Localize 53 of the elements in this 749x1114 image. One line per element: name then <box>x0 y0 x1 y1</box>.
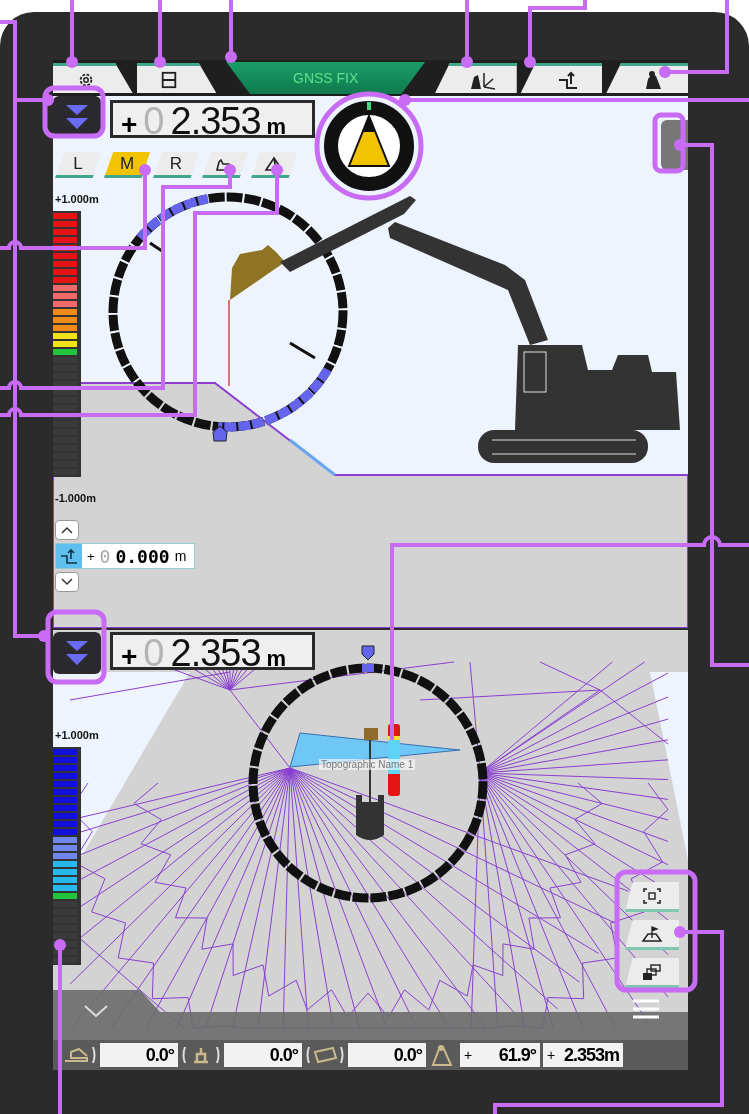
surface-tab[interactable] <box>251 152 297 178</box>
point-button[interactable] <box>625 920 679 950</box>
menu-icon[interactable] <box>631 998 661 1020</box>
decrease-button[interactable] <box>55 572 79 592</box>
split-view-icon <box>160 70 179 89</box>
unit-text: m <box>266 113 287 141</box>
fit-view-button[interactable] <box>625 882 679 912</box>
side-tab[interactable]: L <box>55 152 101 178</box>
sign-text: + <box>121 108 138 142</box>
depth-value: 2.353 <box>170 103 261 139</box>
leader-line <box>154 0 166 68</box>
angle-value: 0.0° <box>348 1043 426 1067</box>
chevron-up-icon <box>61 526 73 534</box>
sign-text: + <box>121 640 138 674</box>
dropdown-button[interactable] <box>53 632 101 674</box>
coordinates-tab[interactable] <box>435 63 517 93</box>
callout-frame <box>652 112 686 174</box>
switch-layers-button[interactable] <box>625 958 679 988</box>
chevron-down-icon <box>61 578 73 586</box>
depth-value: 2.353 <box>170 635 261 671</box>
focus-frame-icon <box>642 886 662 905</box>
unit-text: m <box>266 645 287 673</box>
flag-on-plane-icon <box>641 924 663 943</box>
ghost-digit: 0 <box>143 103 165 139</box>
side-tab[interactable]: M <box>104 152 150 178</box>
design-line <box>289 438 336 477</box>
increase-button[interactable] <box>55 520 79 540</box>
scale-top-label: +1.000m <box>55 729 99 741</box>
scale-top-label: +1.000m <box>55 193 99 205</box>
leader-line <box>461 0 473 68</box>
double-chevron-down-icon <box>64 639 90 667</box>
elevation-tab[interactable] <box>520 63 603 93</box>
callout-frame <box>42 85 106 139</box>
angle-value: 0.0° <box>100 1043 178 1067</box>
offset-field[interactable]: + 0 0.000 m <box>55 543 195 569</box>
bucket-edge-tab[interactable] <box>202 152 248 178</box>
step-arrow-icon <box>59 547 79 565</box>
chevron-down-icon[interactable] <box>83 1004 109 1018</box>
leader-line <box>66 0 78 68</box>
bucket-tab[interactable] <box>606 63 688 93</box>
side-tab[interactable]: R <box>153 152 199 178</box>
compass-icon <box>323 100 415 192</box>
layout-tab[interactable] <box>136 63 217 93</box>
double-chevron-down-icon <box>64 103 90 131</box>
boom-angle-value: + 61.9° <box>460 1043 540 1067</box>
leader-line <box>225 0 237 63</box>
angle-value: 0.0° <box>224 1043 302 1067</box>
ghost-digit: 0 <box>143 635 165 671</box>
gnss-status: GNSS FIX <box>226 62 426 94</box>
leader-line <box>524 0 587 68</box>
layers-icon <box>641 962 663 981</box>
scale-bottom-label: -1.000m <box>55 492 96 504</box>
depth-value: + 2.353m <box>543 1043 623 1067</box>
